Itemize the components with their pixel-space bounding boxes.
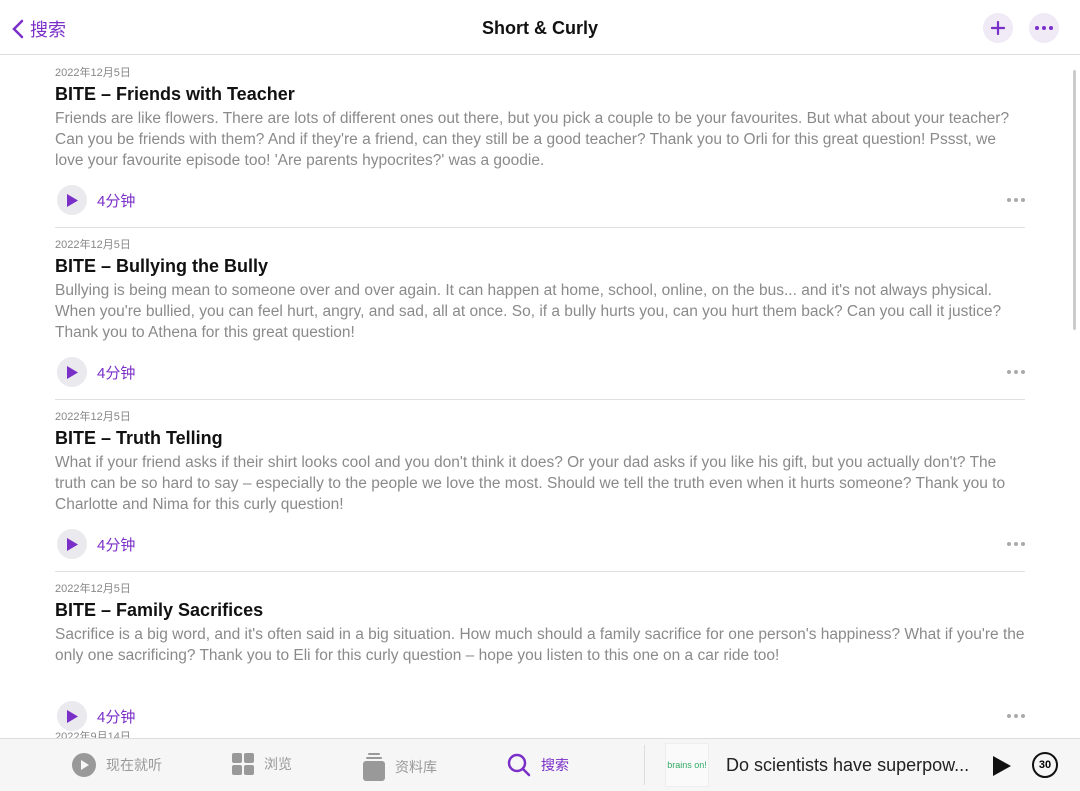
ellipsis-icon	[1035, 26, 1053, 30]
mini-player-title[interactable]: Do scientists have superpow...	[726, 755, 969, 776]
tab-listen-now[interactable]: 现在就听	[72, 753, 162, 777]
skip-forward-30-button[interactable]: 30	[1032, 752, 1058, 778]
episode-date: 2022年12月5日	[55, 67, 131, 79]
scrollbar[interactable]	[1073, 70, 1076, 330]
episode-item[interactable]: 2022年12月5日 BITE – Bullying the Bully Bul…	[55, 228, 1025, 400]
tab-label: 资料库	[395, 759, 437, 775]
search-icon	[507, 753, 531, 777]
play-icon[interactable]	[992, 755, 1012, 777]
play-episode-button[interactable]	[57, 529, 87, 559]
ellipsis-icon	[1007, 714, 1025, 718]
episode-duration: 4分钟	[97, 364, 136, 382]
play-circle-icon	[72, 753, 96, 777]
episode-description: Friends are like flowers. There are lots…	[55, 110, 1010, 169]
play-icon	[67, 193, 78, 207]
artwork-text: brains on!	[667, 760, 707, 770]
episode-more-button[interactable]	[1007, 533, 1025, 551]
episode-date: 2022年12月5日	[55, 239, 131, 251]
tab-label: 搜索	[541, 757, 569, 773]
mini-player-artwork[interactable]: brains on!	[665, 743, 709, 787]
tab-label: 浏览	[264, 756, 292, 772]
page-title: Short & Curly	[481, 18, 598, 38]
episode-description: Sacrifice is a big word, and it's often …	[55, 626, 1025, 664]
ellipsis-icon	[1007, 542, 1025, 546]
more-button[interactable]	[1029, 13, 1059, 43]
episode-title[interactable]: BITE – Bullying the Bully	[55, 256, 1025, 277]
episode-item[interactable]: 2022年12月5日 BITE – Truth Telling What if …	[55, 400, 1025, 572]
tab-search[interactable]: 搜索	[507, 753, 569, 777]
play-icon	[67, 709, 78, 723]
tab-library[interactable]: 资料库	[363, 753, 437, 781]
episode-date: 2022年12月5日	[55, 583, 131, 595]
library-icon	[363, 753, 385, 781]
episode-duration: 4分钟	[97, 708, 136, 726]
episode-item[interactable]: 2022年12月5日 BITE – Friends with Teacher F…	[55, 56, 1025, 228]
tab-bar: 现在就听 浏览 资料库 搜索 brains on! Do scientists …	[0, 738, 1080, 791]
grid-icon	[232, 753, 254, 775]
play-episode-button[interactable]	[57, 701, 87, 731]
episode-list: 2022年12月5日 BITE – Friends with Teacher F…	[55, 56, 1025, 744]
plus-icon	[991, 21, 1005, 35]
episode-duration: 4分钟	[97, 536, 136, 554]
play-episode-button[interactable]	[57, 357, 87, 387]
add-button[interactable]	[983, 13, 1013, 43]
episode-title[interactable]: BITE – Friends with Teacher	[55, 84, 1025, 105]
episode-duration: 4分钟	[97, 192, 136, 210]
skip-label: 30	[1038, 759, 1052, 771]
navigation-bar: 搜索 Short & Curly	[0, 0, 1080, 55]
divider	[644, 745, 645, 785]
ellipsis-icon	[1007, 370, 1025, 374]
episode-description: What if your friend asks if their shirt …	[55, 454, 1006, 513]
tab-label: 现在就听	[106, 757, 162, 773]
episode-item[interactable]: 2022年12月5日 BITE – Family Sacrifices Sacr…	[55, 572, 1025, 744]
episode-title[interactable]: BITE – Family Sacrifices	[55, 600, 1025, 621]
episode-more-button[interactable]	[1007, 361, 1025, 379]
play-icon	[67, 537, 78, 551]
episode-date: 2022年12月5日	[55, 411, 131, 423]
episode-more-button[interactable]	[1007, 705, 1025, 723]
tab-browse[interactable]: 浏览	[232, 753, 292, 775]
episode-description: Bullying is being mean to someone over a…	[55, 282, 1002, 341]
episode-more-button[interactable]	[1007, 189, 1025, 207]
play-episode-button[interactable]	[57, 185, 87, 215]
ellipsis-icon	[1007, 198, 1025, 202]
play-icon	[67, 365, 78, 379]
episode-title[interactable]: BITE – Truth Telling	[55, 428, 1025, 449]
